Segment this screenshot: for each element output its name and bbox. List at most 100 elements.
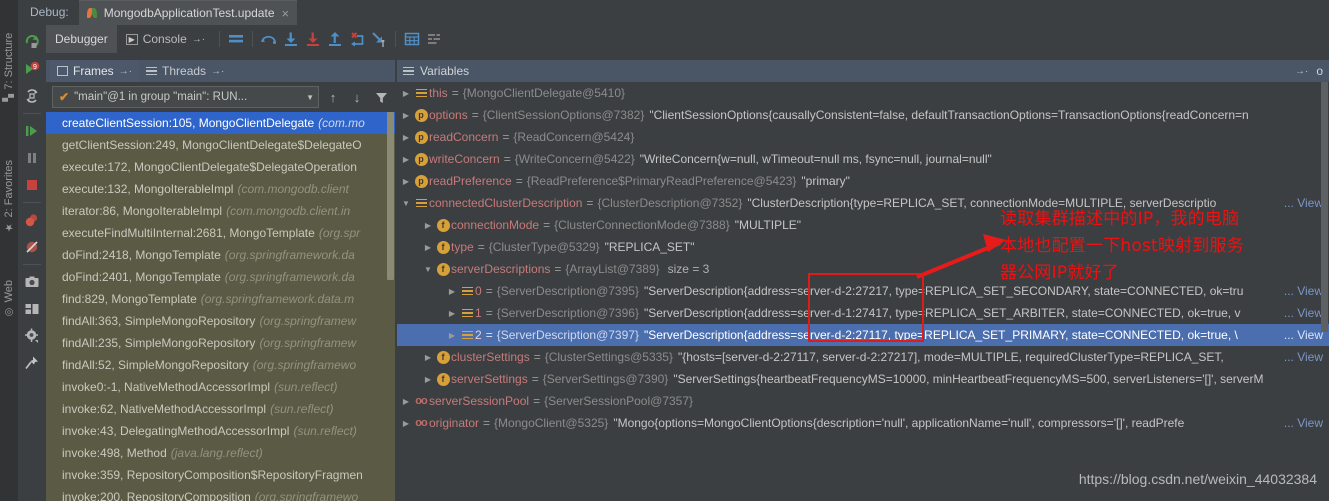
variable-row[interactable]: ▶ p readConcern = {ReadConcern@5424} — [397, 126, 1329, 148]
frame-list-item[interactable]: invoke:359, RepositoryComposition$Reposi… — [46, 464, 395, 486]
tab-console[interactable]: ▶ Console →· — [117, 25, 214, 53]
close-icon[interactable]: × — [280, 7, 292, 20]
chevron-down-icon[interactable]: ▼ — [421, 265, 435, 274]
tab-threads-pin-icon[interactable]: →· — [211, 66, 224, 77]
variable-row[interactable]: ▶ f serverSettings = {ServerSettings@7390} "S… — [397, 368, 1329, 390]
frame-list-item[interactable]: executeFindMultiInternal:2681, MongoTemp… — [46, 222, 395, 244]
frame-list-item[interactable]: createClientSession:105, MongoClientDele… — [46, 112, 395, 134]
frame-list-item[interactable]: find:829, MongoTemplate (org.springframew… — [46, 288, 395, 310]
chevron-right-icon[interactable]: ▶ — [399, 111, 413, 120]
chevron-right-icon[interactable]: ▶ — [421, 375, 435, 384]
stop-icon[interactable] — [20, 172, 44, 198]
drop-frame-icon[interactable] — [346, 26, 368, 52]
force-step-into-icon[interactable] — [302, 26, 324, 52]
variables-scrollbar-thumb[interactable] — [1321, 82, 1328, 332]
chevron-right-icon[interactable]: ▶ — [399, 177, 413, 186]
variable-row[interactable]: ▶ f clusterSettings = {ClusterSettings@5335}… — [397, 346, 1329, 368]
variable-row[interactable]: ▶ p readPreference = {ReadPreference$Primary… — [397, 170, 1329, 192]
settings-rows-icon[interactable] — [423, 26, 445, 52]
chevron-right-icon[interactable]: ▶ — [421, 353, 435, 362]
frame-list-item[interactable]: invoke0:-1, NativeMethodAccessorImpl (sun… — [46, 376, 395, 398]
frame-list-item[interactable]: findAll:363, SimpleMongoRepository (org.s… — [46, 310, 395, 332]
chevron-right-icon[interactable]: ▶ — [399, 133, 413, 142]
pin-icon[interactable] — [20, 350, 44, 376]
down-stack-icon[interactable]: ↓ — [347, 86, 367, 108]
frame-list-item[interactable]: findAll:52, SimpleMongoRepository (org.sp… — [46, 354, 395, 376]
restart-frames-icon[interactable] — [20, 83, 44, 109]
step-over-icon[interactable] — [258, 26, 280, 52]
step-out-icon[interactable] — [324, 26, 346, 52]
layout-icon[interactable] — [20, 296, 44, 322]
up-stack-icon[interactable]: ↑ — [323, 86, 343, 108]
frame-list-item[interactable]: invoke:43, DelegatingMethodAccessorImpl(… — [46, 420, 395, 442]
resume-program-icon[interactable] — [20, 118, 44, 144]
mute-breakpoints-icon[interactable] — [20, 234, 44, 260]
view-breakpoints-icon[interactable] — [20, 207, 44, 233]
chevron-right-icon[interactable]: ▶ — [399, 397, 413, 406]
settings-gear-icon[interactable] — [20, 323, 44, 349]
frame-list-item[interactable]: doFind:2418, MongoTemplate (org.springfra… — [46, 244, 395, 266]
chevron-right-icon[interactable]: ▶ — [399, 419, 413, 428]
tab-threads[interactable]: Threads →· — [139, 60, 231, 82]
frame-list-item[interactable]: execute:132, MongoIterableImpl (com.mongo… — [46, 178, 395, 200]
variable-row[interactable]: ▶ 2 = {ServerDescription@7397} "ServerDescri… — [397, 324, 1329, 346]
variable-row[interactable]: ▶ f connectionMode = {ClusterConnectionMode@… — [397, 214, 1329, 236]
chevron-right-icon[interactable]: ▶ — [399, 155, 413, 164]
sidebar-item-favorites[interactable]: ★ 2: Favorites — [0, 160, 18, 232]
variable-row[interactable]: ▶ 0 = {ServerDescription@7395} "ServerDescri… — [397, 280, 1329, 302]
step-into-icon[interactable] — [280, 26, 302, 52]
frame-list-item[interactable]: execute:172, MongoClientDelegate$Delegat… — [46, 156, 395, 178]
frame-list-item[interactable]: invoke:62, NativeMethodAccessorImpl (sun.… — [46, 398, 395, 420]
frame-list-item[interactable]: invoke:498, Method (java.lang.reflect) — [46, 442, 395, 464]
frame-list-item[interactable]: invoke:200, RepositoryComposition (org.sp… — [46, 486, 395, 501]
debug-9-icon[interactable]: 9 — [20, 56, 44, 82]
tab-console-pin-icon[interactable]: →· — [192, 34, 205, 45]
frames-scrollbar[interactable] — [386, 112, 395, 501]
variable-row[interactable]: ▶ p options = {ClientSessionOptions@7382} "Cl… — [397, 104, 1329, 126]
chevron-down-icon[interactable]: ▼ — [306, 93, 314, 102]
frames-list[interactable]: createClientSession:105, MongoClientDele… — [46, 112, 395, 501]
frame-list-item[interactable]: getClientSession:249, MongoClientDelegat… — [46, 134, 395, 156]
chevron-right-icon[interactable]: ▶ — [445, 331, 459, 340]
frame-list-item[interactable]: findAll:235, SimpleMongoRepository (org.s… — [46, 332, 395, 354]
chevron-right-icon[interactable]: ▶ — [421, 221, 435, 230]
chevron-right-icon[interactable]: ▶ — [399, 89, 413, 98]
variable-row[interactable]: ▼ connectedClusterDescription = {ClusterDes… — [397, 192, 1329, 214]
view-link[interactable]: ... View — [1284, 350, 1323, 364]
variables-pin-icon[interactable]: →· — [1295, 66, 1308, 77]
view-link[interactable]: ... View — [1284, 196, 1323, 210]
variable-row[interactable]: ▶ p writeConcern = {WriteConcern@5422} "Write… — [397, 148, 1329, 170]
variables-scrollbar[interactable] — [1320, 82, 1329, 501]
view-link[interactable]: ... View — [1284, 306, 1323, 320]
variable-row[interactable]: ▶ oo serverSessionPool = {ServerSessionPool@… — [397, 390, 1329, 412]
sidebar-item-structure[interactable]: ▚ 7: Structure — [0, 33, 18, 102]
variable-row[interactable]: ▶ oo originator = {MongoClient@5325} "Mongo{o… — [397, 412, 1329, 434]
tab-frames-pin-icon[interactable]: →· — [119, 66, 132, 77]
variable-row[interactable]: ▼ f serverDescriptions = {ArrayList@7389} siz… — [397, 258, 1329, 280]
variable-row[interactable]: ▶ f type = {ClusterType@5329} "REPLICA_SET" — [397, 236, 1329, 258]
run-configuration-tab[interactable]: MongodbApplicationTest.update × — [78, 0, 298, 25]
tab-debugger[interactable]: Debugger — [46, 25, 117, 53]
view-link[interactable]: ... View — [1284, 328, 1323, 342]
frame-list-item[interactable]: doFind:2401, MongoTemplate (org.springfra… — [46, 266, 395, 288]
variables-overflow-icon[interactable]: o — [1316, 64, 1323, 78]
pause-program-icon[interactable] — [20, 145, 44, 171]
variables-tree[interactable]: ▶ this = {MongoClientDelegate@5410} ▶ p option… — [397, 82, 1329, 501]
frames-scrollbar-thumb[interactable] — [387, 112, 394, 280]
rerun-icon[interactable] — [20, 29, 44, 55]
sidebar-item-web[interactable]: ◎ Web — [0, 280, 18, 317]
run-to-cursor-icon[interactable] — [368, 26, 390, 52]
variable-row[interactable]: ▶ this = {MongoClientDelegate@5410} — [397, 82, 1329, 104]
frame-list-item[interactable]: iterator:86, MongoIterableImpl (com.mongo… — [46, 200, 395, 222]
chevron-right-icon[interactable]: ▶ — [445, 287, 459, 296]
variable-row[interactable]: ▶ 1 = {ServerDescription@7396} "ServerDescri… — [397, 302, 1329, 324]
view-link[interactable]: ... View — [1284, 284, 1323, 298]
tab-frames[interactable]: Frames →· — [50, 60, 140, 82]
chevron-right-icon[interactable]: ▶ — [445, 309, 459, 318]
filter-icon[interactable] — [371, 86, 391, 108]
view-link[interactable]: ... View — [1284, 416, 1323, 430]
screenshot-icon[interactable] — [20, 269, 44, 295]
chevron-down-icon[interactable]: ▼ — [399, 199, 413, 208]
layout-equal-icon[interactable] — [225, 26, 247, 52]
chevron-right-icon[interactable]: ▶ — [421, 243, 435, 252]
